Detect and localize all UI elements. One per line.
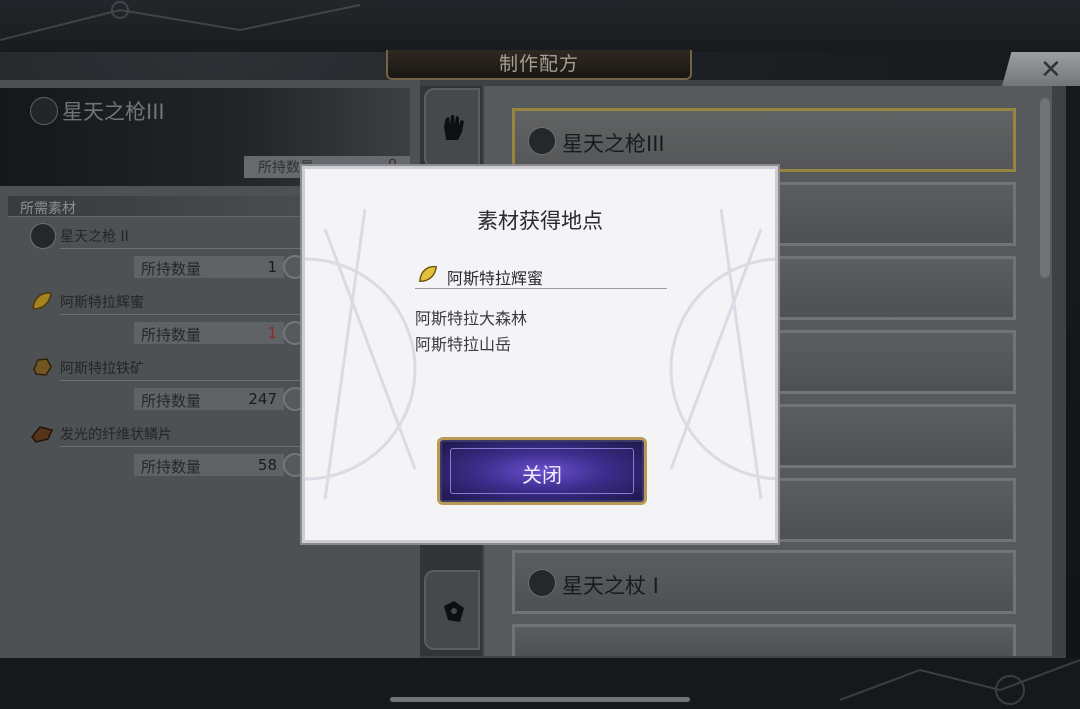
close-button-label: 关闭 (522, 463, 562, 487)
material-source-dialog: 素材获得地点 阿斯特拉辉蜜 阿斯特拉大森林 阿斯特拉山岳 关闭 (302, 166, 778, 543)
game-screen: 星天之枪III 所持数量 0 所需素材 星天之枪 II 所持数量 1 阿斯特拉辉… (0, 0, 1080, 709)
dialog-title: 素材获得地点 (477, 209, 603, 233)
location-item[interactable]: 阿斯特拉山岳 (415, 331, 511, 355)
honey-leaf-icon (419, 265, 438, 283)
close-button[interactable]: 关闭 (437, 437, 647, 505)
material-name: 阿斯特拉辉蜜 (447, 269, 544, 288)
divider (415, 288, 667, 289)
location-item[interactable]: 阿斯特拉大森林 (415, 305, 527, 329)
